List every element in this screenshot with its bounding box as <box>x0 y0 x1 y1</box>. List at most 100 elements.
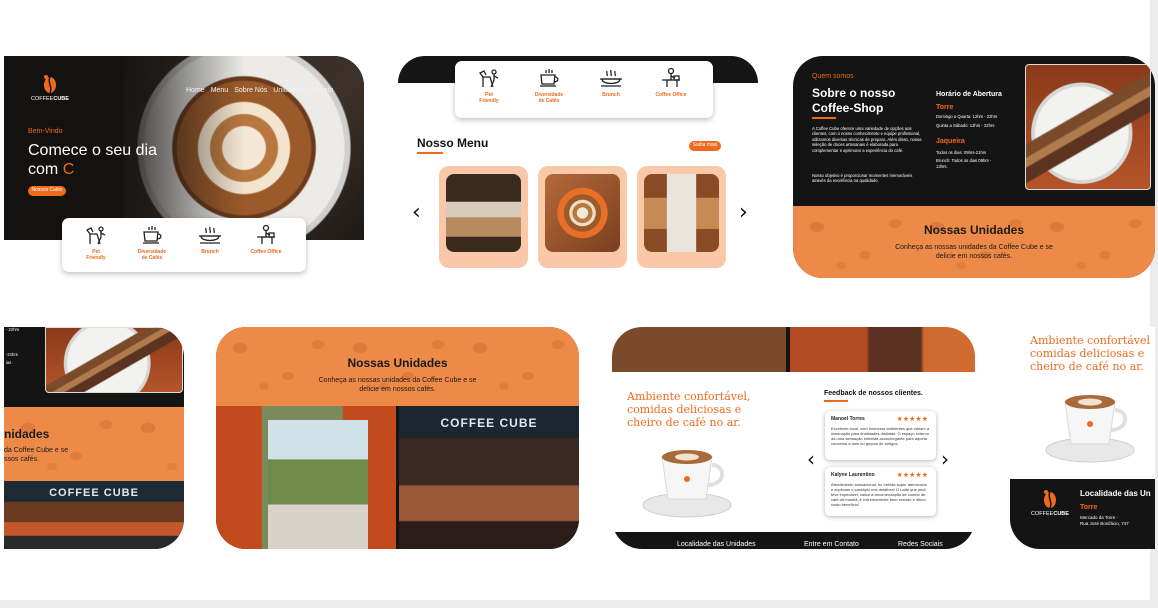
ambience-line-2: comidas deliciosas e <box>627 403 742 416</box>
units-header: Nossas Unidades Conheça as nossas unidad… <box>216 327 579 406</box>
crop-hours-1: - 22hrs <box>6 327 20 332</box>
hero-headline-1: Comece o seu dia <box>28 142 157 159</box>
menu-item-1[interactable] <box>439 166 528 268</box>
units-card: Nossas Unidades Conheça as nossas unidad… <box>216 327 579 549</box>
hours-jaqueira-1: Todos os dias: 09hrs-21hrs <box>936 150 987 155</box>
coffee-cup-icon <box>540 69 559 87</box>
feature-brunch: Brunch <box>182 224 238 255</box>
feature-label-office-b: Coffee Office <box>655 92 687 98</box>
units-subtitle-2: delicie em nossos cafés. <box>359 386 436 393</box>
crop-cake-photo <box>45 327 183 393</box>
menu-more-button[interactable]: Saiba mais <box>689 141 721 151</box>
about-eyebrow: Quem somos <box>812 73 854 80</box>
footer-strip: Localidade das Unidades Entre em Contato… <box>612 532 975 549</box>
coffee-cup-illustration-icon <box>1045 395 1135 463</box>
feature-brunch-2: Brunch <box>583 67 639 98</box>
feature-diversidade: Diversidade de Cafés <box>124 224 180 261</box>
pet-friendly-icon <box>479 69 499 88</box>
hero-welcome: Bem-Vindo <box>28 128 63 135</box>
crop-hours-3: ias <box>6 360 12 365</box>
hours-title: Horário de Abertura <box>936 91 1002 98</box>
feature-label-pet-2b: Friendly <box>479 98 499 104</box>
feedback-prev-arrow[interactable]: ‹ <box>807 447 815 471</box>
portfolio-canvas: COFFEECUBE Home Menu Sobre Nós Unidades … <box>0 0 1158 608</box>
ambience-cup-photo <box>640 437 735 522</box>
unit-torre-sign: COFFEE CUBE <box>440 416 538 430</box>
feature-diversidade-2: Diversidade de Cafés <box>521 67 577 104</box>
crop-about-card: - 22hrs -21hrs ias nidades da Coffee Cub… <box>4 327 184 549</box>
nav-home[interactable]: Home <box>186 87 205 94</box>
units-teaser-sub-1: Conheça as nossas unidades da Coffee Cub… <box>895 244 1053 251</box>
ambience-line-3: cheiro de café no ar. <box>627 416 741 429</box>
crop-logo-bold: CUBE <box>1053 511 1069 517</box>
menu-item-1-photo <box>446 174 521 252</box>
crop-ambience-card: Ambiente confortável comidas deliciosas … <box>1010 327 1155 549</box>
footer-col-contact[interactable]: Entre em Contato <box>804 541 859 548</box>
review-card-2: Kalyne Laurentino ★★★★★ Atendimento sens… <box>825 467 936 516</box>
footer-col-social[interactable]: Redes Sociais <box>898 541 943 548</box>
menu-prev-arrow[interactable]: ‹ <box>412 200 421 225</box>
review-card-1: Manoel Torres ★★★★★ Excelente local, com… <box>825 411 936 460</box>
feedback-card: Ambiente confortável, comidas deliciosas… <box>612 327 975 549</box>
coffee-cup-icon <box>143 226 162 244</box>
pet-friendly-icon <box>86 226 106 245</box>
review-1-text: Excelente local, com inúmeros ambientes … <box>831 426 930 446</box>
feature-label-div-2: de Cafés <box>141 255 163 261</box>
nav-contato[interactable]: Contato <box>309 87 334 94</box>
hero-card: COFFEECUBE Home Menu Sobre Nós Unidades … <box>4 56 364 240</box>
about-paragraph-1: A Coffee Cube oferece uma variedade de o… <box>812 126 922 153</box>
footer-col-units[interactable]: Localidade das Unidades <box>677 541 756 548</box>
hero-headline-2: com <box>28 161 59 178</box>
feature-label-pet-2: Friendly <box>86 255 106 261</box>
hero-cta-button[interactable]: Nossos Cafés <box>28 186 66 196</box>
crop-footer-torre: Torre <box>1080 504 1098 511</box>
hours-torre-1: Domingo a Quarta: 12hrs - 22hrs <box>936 114 998 119</box>
about-cake-photo <box>1025 64 1151 190</box>
review-2-text: Atendimento sensacional, eu behida super… <box>831 482 927 507</box>
crop-units-title: nidades <box>4 427 50 441</box>
main-nav: Home Menu Sobre Nós Unidades Contato <box>180 87 333 94</box>
nav-unidades[interactable]: Unidades <box>273 87 303 94</box>
feature-coffee-office-2: Coffee Office <box>643 67 699 98</box>
unit-jaqueira-photo[interactable] <box>216 406 396 549</box>
feedback-next-arrow[interactable]: › <box>941 447 949 471</box>
nav-sobre[interactable]: Sobre Nós <box>234 87 267 94</box>
page-edge-bottom <box>0 600 1158 608</box>
about-title-1: Sobre o nosso <box>812 86 896 100</box>
logo-text-light: COFFEE <box>31 96 54 102</box>
menu-item-2[interactable] <box>538 166 627 268</box>
feature-label-brunch-b: Brunch <box>602 92 620 98</box>
unit-torre-photo[interactable]: COFFEE CUBE <box>399 406 579 549</box>
menu-item-3[interactable] <box>637 166 726 268</box>
crop-footer-logo: COFFEECUBE <box>1028 489 1072 517</box>
nav-menu[interactable]: Menu <box>211 87 229 94</box>
units-teaser-title: Nossas Unidades <box>923 223 1025 237</box>
crop-footer-title: Localidade das Un <box>1080 489 1151 498</box>
feature-label-office: Coffee Office <box>250 249 282 255</box>
crop-footer-address-2: Rua José Bonifácio, 747 <box>1080 521 1129 526</box>
about-title-underline <box>812 117 836 119</box>
feature-coffee-office: Coffee Office <box>238 224 294 255</box>
hours-jaqueira: Jaqueira <box>936 138 965 145</box>
feedback-top-photo <box>612 327 975 372</box>
logo-text-bold: CUBE <box>53 96 69 102</box>
feature-label-div-2b: de Cafés <box>538 98 560 104</box>
menu-next-arrow[interactable]: › <box>739 200 748 225</box>
coffee-bean-logo-icon <box>1044 490 1056 509</box>
crop-footer: COFFEECUBE Localidade das Un Torre Merca… <box>1010 479 1155 549</box>
units-teaser-sub-2: delicie em nossos cafés. <box>935 253 1013 260</box>
hours-jaqueira-2: Brunch: Todos os dias 09hrs - 13hrs. <box>936 158 992 169</box>
ambience-line-1: Ambiente confortável, <box>627 390 751 403</box>
menu-title: Nosso Menu <box>417 136 489 150</box>
crop-ambience-1: Ambiente confortável <box>1030 334 1150 347</box>
about-title-2: Coffee-Shop <box>812 101 884 115</box>
features-box-2: Pet Friendly Diversidade de Cafés Brunch C… <box>455 61 713 118</box>
about-card: Quem somos Sobre o nosso Coffee-Shop A C… <box>793 56 1155 278</box>
crop-ambience-2: comidas deliciosas e <box>1030 347 1145 360</box>
crop-units-panel: nidades da Coffee Cube e se ssos cafés. <box>4 407 184 481</box>
hours-torre: Torre <box>936 104 954 111</box>
units-title: Nossas Unidades <box>347 356 448 370</box>
brunch-dish-icon <box>600 69 622 87</box>
units-subtitle-1: Conheça as nossas unidades da Coffee Cub… <box>318 377 477 384</box>
features-box-1: Pet Friendly Diversidade de Cafés Brunch C… <box>62 218 306 272</box>
